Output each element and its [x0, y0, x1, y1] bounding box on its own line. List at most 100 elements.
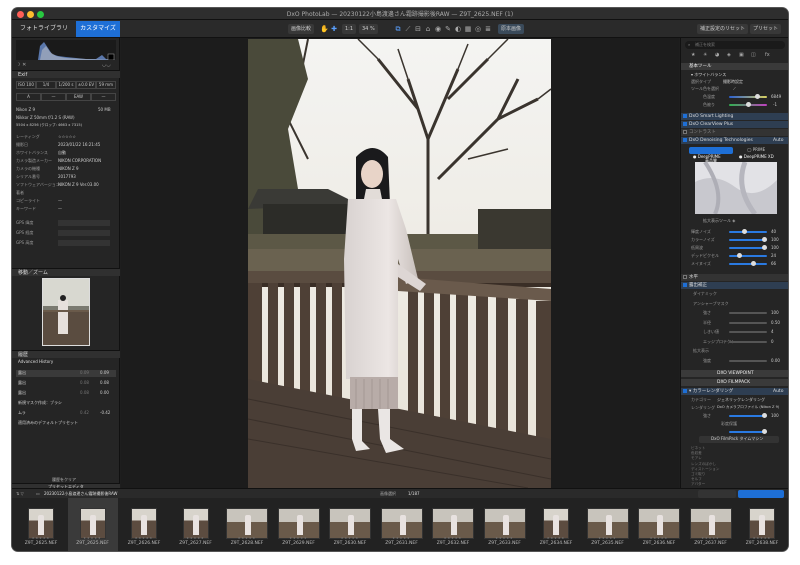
hand-icon[interactable]: ✋: [320, 25, 329, 33]
wb-mode-select[interactable]: 撮影時設定: [723, 78, 743, 85]
zoom-level-select[interactable]: 34 %: [359, 24, 378, 34]
deepprimexd-option[interactable]: ● DeepPRIME XD: [739, 154, 774, 160]
denoise-slider[interactable]: [729, 253, 767, 258]
light-icon[interactable]: ☀: [703, 52, 707, 59]
tab-photo-library[interactable]: フォトライブラリ: [16, 21, 73, 37]
rating-stars[interactable]: ★★★★★: [737, 536, 787, 540]
history-header[interactable]: 履歴: [12, 350, 120, 358]
tint-slider[interactable]: [729, 102, 767, 107]
gps-field[interactable]: [58, 230, 110, 236]
filmstrip-item[interactable]: ★★★★★ Z9T_2637.NEF: [686, 498, 736, 551]
local-adjust-icon[interactable]: ◐: [454, 25, 462, 33]
sharpen-value[interactable]: 0.50: [771, 319, 780, 326]
filmstrip-item[interactable]: ★★★★★ Z9T_2630.NEF: [325, 498, 375, 551]
correction-search[interactable]: ⌕ 補正を検索: [685, 41, 785, 49]
clipping-icon[interactable]: ◡◡: [102, 62, 111, 69]
filmstrip-item[interactable]: ★★★★★ Z9T_2626.NEF: [119, 498, 169, 551]
rating-stars[interactable]: ★★★★★: [583, 536, 633, 540]
hq-option[interactable]: 高品質: [689, 147, 733, 163]
section-toggle[interactable]: [683, 122, 687, 126]
history-item[interactable]: 露出 0.09 0.09: [16, 370, 116, 377]
nik-collection-button[interactable]: Nik Collection: [698, 490, 736, 506]
sharpen-slider[interactable]: [729, 321, 767, 324]
compare-original-button[interactable]: 原本画像: [498, 24, 525, 34]
rating-stars[interactable]: ★★★★★: [428, 536, 478, 540]
eye-icon[interactable]: ◎: [474, 25, 482, 33]
color-rendering-toggle[interactable]: [683, 389, 687, 393]
gps-field[interactable]: [58, 240, 110, 246]
rating-stars[interactable]: ★★★★★: [686, 536, 736, 540]
slider-knob[interactable]: [762, 237, 767, 242]
temperature-slider[interactable]: [729, 94, 767, 99]
rating-stars[interactable]: ★★★★★: [634, 536, 684, 540]
history-item[interactable]: 露出 0.08 0.00: [16, 390, 116, 397]
gps-field[interactable]: [58, 220, 110, 226]
deepprime-option[interactable]: ● DeepPRIME: [693, 154, 721, 160]
fx-icon[interactable]: fx: [765, 52, 770, 59]
watermark-icon[interactable]: ▦: [464, 25, 472, 33]
tint-value[interactable]: -1: [773, 101, 777, 108]
sharpen-header[interactable]: 露出補正: [681, 282, 788, 289]
temperature-value[interactable]: 6849: [771, 93, 781, 100]
history-item[interactable]: 適用済みのデフォルトプリセット: [16, 420, 116, 427]
slider-knob[interactable]: [750, 261, 756, 266]
folder-name[interactable]: 20230122小島渡邊さん霜跡撮影後RAW: [44, 491, 117, 497]
intensity-value[interactable]: 100: [771, 412, 779, 419]
intensity-slider[interactable]: [729, 413, 767, 418]
filmstrip-item[interactable]: ★★★★★ Z9T_2628.NEF: [222, 498, 272, 551]
repair-icon[interactable]: ✎: [444, 25, 452, 33]
category-select[interactable]: ジェネリックレンダリング: [717, 396, 765, 403]
timemachine-button[interactable]: DxO FilmPack タイムマシン: [699, 436, 779, 443]
sharpen-value[interactable]: 0: [771, 338, 774, 345]
rating-stars[interactable]: ★★★★★: [274, 536, 324, 540]
tab-customize[interactable]: カスタマイズ: [76, 21, 120, 37]
history-item[interactable]: 新規マスク作成：ブラシ: [16, 400, 116, 407]
denoise-slider[interactable]: [729, 237, 767, 242]
filmstrip-item[interactable]: ★★★★★ Z9T_2633.NEF: [480, 498, 530, 551]
denoise-slider[interactable]: [729, 245, 767, 250]
presets-button[interactable]: プリセット: [750, 24, 782, 34]
section-header[interactable]: コントラスト: [681, 129, 788, 136]
slider-value[interactable]: 66: [771, 260, 776, 267]
color-rendering-header[interactable]: ▾ カラーレンダリング Auto: [681, 388, 788, 395]
slider-knob[interactable]: [762, 245, 767, 250]
straighten-icon[interactable]: ⟋: [404, 25, 412, 33]
filmstrip-item[interactable]: ★★★★★ Z9T_2636.NEF: [634, 498, 684, 551]
rating-stars[interactable]: ★★★★★: [68, 536, 118, 540]
history-item[interactable]: ムラ 0.42 -0.42: [16, 410, 116, 417]
denoise-header[interactable]: DxO Denoising Technologies Auto: [681, 137, 788, 144]
sharpen-value[interactable]: 4: [771, 328, 774, 335]
section-header[interactable]: DxO Smart Lighting: [681, 113, 788, 120]
export-button[interactable]: エクスポート: [738, 490, 784, 506]
filmstrip-item[interactable]: ★★★★★ Z9T_2627.NEF: [171, 498, 221, 551]
zoom-1-1-button[interactable]: 1:1: [342, 24, 357, 34]
filmstrip-item[interactable]: ★★★★★ Z9T_2632.NEF: [428, 498, 478, 551]
denoise-toggle[interactable]: [683, 138, 687, 142]
compare-button[interactable]: 画像比較: [288, 24, 315, 34]
slider-knob[interactable]: [742, 229, 748, 234]
moon-icon[interactable]: ☽ ✕: [16, 62, 26, 69]
rendering-select[interactable]: DxO カメラプロファイル (Nikon Z 9): [717, 404, 779, 411]
magnifier-tool[interactable]: 拡大表示ツール ◈: [703, 218, 735, 224]
rating-stars[interactable]: ★★★★★: [171, 536, 221, 540]
rating-stars[interactable]: ★★★★★: [119, 536, 169, 540]
detail-icon[interactable]: ◈: [727, 52, 731, 59]
straighten-toggle[interactable]: [683, 275, 687, 279]
watermark-icon[interactable]: ◫: [751, 52, 756, 59]
navigator-header[interactable]: 移動／ズーム: [12, 268, 120, 276]
rating-stars[interactable]: ★★★★★: [222, 536, 272, 540]
slider-value[interactable]: 40: [771, 228, 776, 235]
favorites-icon[interactable]: ★: [691, 52, 695, 59]
image-viewer[interactable]: [121, 38, 679, 488]
filmstrip-item[interactable]: ★★★★★ Z9T_2631.NEF: [377, 498, 427, 551]
basic-tools-header[interactable]: 基本ツール: [681, 63, 788, 70]
filmstrip-item[interactable]: ★★★★★ Z9T_2634.NEF: [531, 498, 581, 551]
perspective-icon[interactable]: ⌂: [424, 25, 432, 33]
color-icon[interactable]: ◕: [715, 52, 719, 59]
sharpen-value[interactable]: 100: [771, 309, 779, 316]
eyedropper-icon[interactable]: ⟋: [733, 85, 736, 92]
filmpack-header[interactable]: DXO FILMPACK: [681, 379, 788, 386]
slider-knob[interactable]: [736, 253, 742, 258]
sharpen-value[interactable]: 0.00: [771, 357, 780, 364]
history-item[interactable]: 露出 0.08 0.08: [16, 380, 116, 387]
